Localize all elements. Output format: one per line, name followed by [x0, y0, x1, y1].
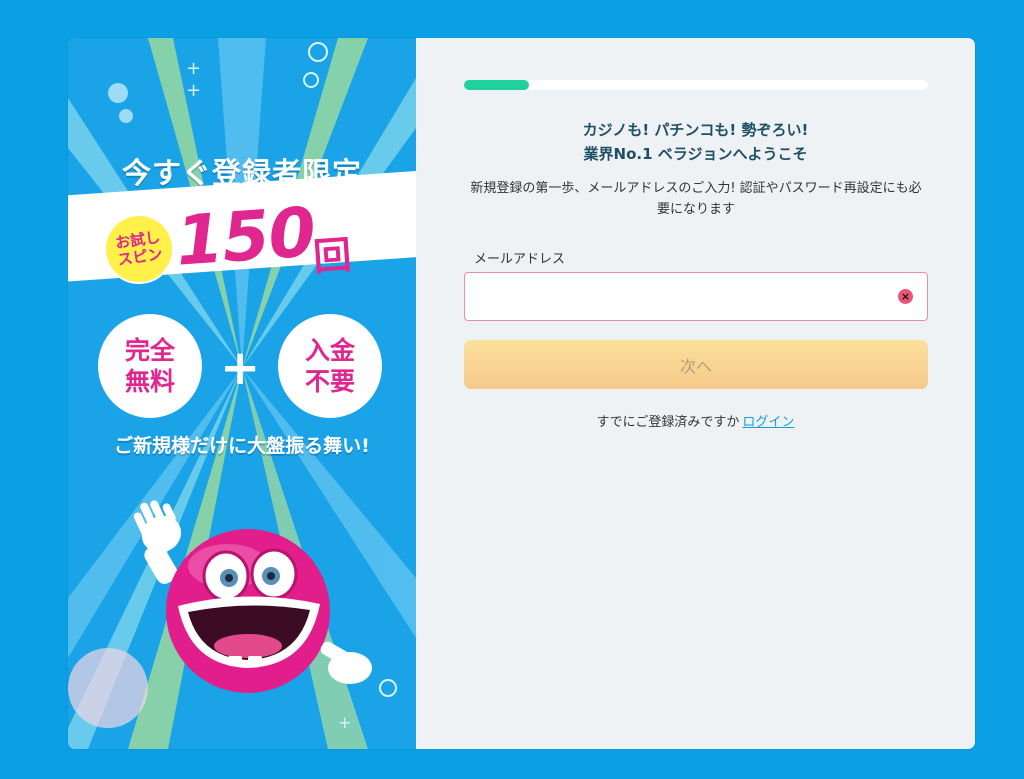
no-deposit-badge-line2: 不要: [304, 367, 355, 396]
promo-tagline: ご新規様だけに大盤振る舞い!: [114, 435, 370, 457]
no-deposit-badge-line1: 入金: [304, 336, 355, 365]
email-input[interactable]: [465, 273, 909, 318]
welcome-heading: カジノも! パチンコも! 勢ぞろい! 業界No.1 ベラジョンへようこそ: [416, 118, 975, 166]
svg-text:+: +: [186, 58, 201, 79]
welcome-line1: カジノも! パチンコも! 勢ぞろい!: [582, 121, 809, 139]
email-label: メールアドレス: [474, 252, 566, 267]
svg-text:+: +: [338, 713, 351, 732]
free-badge-line2: 無料: [124, 367, 175, 396]
registration-modal: + + + 今すぐ登録者限定 お試し スピン 150 回 完全 無料 + 入金 …: [68, 38, 975, 749]
email-field-container: ×: [464, 272, 928, 321]
progress-bar: [464, 80, 928, 90]
progress-fill: [464, 80, 529, 90]
trial-badge-line2: スピン: [116, 244, 164, 269]
welcome-line2: 業界No.1 ベラジョンへようこそ: [583, 145, 808, 163]
form-subtitle: 新規登録の第一歩、メールアドレスのご入力! 認証やパスワード再設定にも必要になり…: [470, 181, 922, 217]
svg-text:+: +: [186, 80, 201, 101]
promo-banner: + + + 今すぐ登録者限定 お試し スピン 150 回 完全 無料 + 入金 …: [68, 38, 416, 749]
clear-icon[interactable]: ×: [898, 289, 913, 304]
no-deposit-badge: 入金 不要: [278, 314, 382, 418]
login-prompt-text: すでにご登録済みですか: [596, 415, 740, 430]
plus-sign: +: [220, 340, 261, 396]
registration-form-panel: カジノも! パチンコも! 勢ぞろい! 業界No.1 ベラジョンへようこそ 新規登…: [416, 38, 975, 749]
free-badge: 完全 無料: [98, 314, 202, 418]
spins-count: 150: [173, 193, 318, 282]
mascot-illustration: [133, 500, 372, 693]
spins-unit: 回: [311, 232, 353, 280]
next-button[interactable]: 次へ: [464, 340, 928, 389]
login-prompt-line: すでにご登録済みですか ログイン: [416, 411, 975, 430]
free-badge-line1: 完全: [124, 336, 175, 365]
login-link[interactable]: ログイン: [742, 415, 794, 430]
